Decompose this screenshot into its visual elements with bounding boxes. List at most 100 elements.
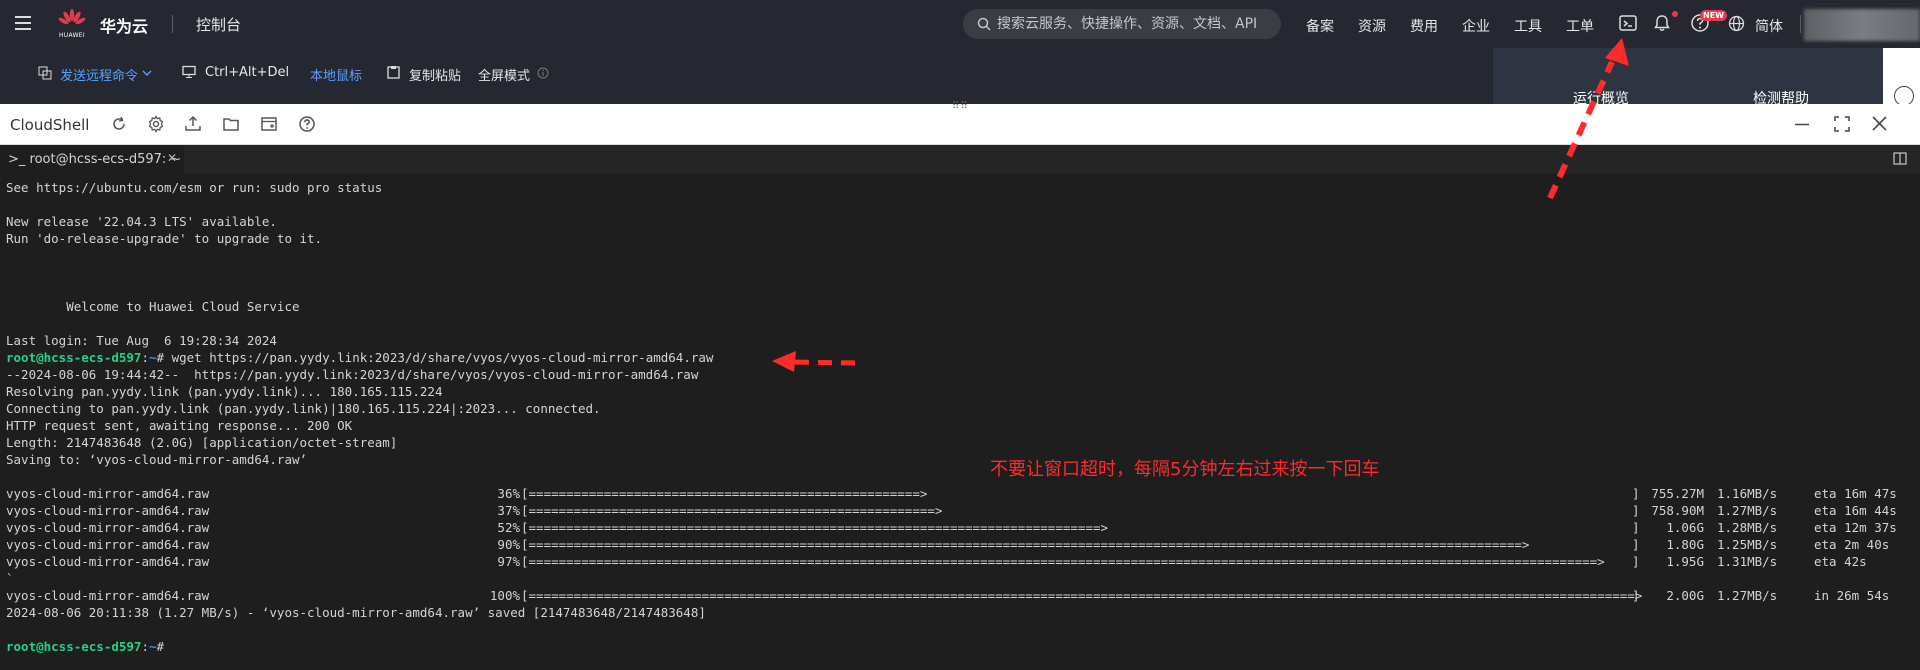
close-icon[interactable] [1872, 116, 1887, 131]
cloudshell-header: ⠿⠿ CloudShell [0, 102, 1920, 145]
progress-eta: eta 42s [1814, 554, 1867, 569]
gear-icon[interactable] [147, 115, 165, 133]
monitor-icon [182, 65, 196, 78]
nav-link-enterprise[interactable]: 企业 [1462, 16, 1490, 36]
new-window-icon[interactable] [260, 115, 278, 133]
upload-icon[interactable] [184, 115, 202, 133]
terminal-line: ` [6, 571, 14, 586]
notification-dot [1672, 11, 1678, 17]
progress-eta: eta 16m 47s [1814, 486, 1897, 501]
folder-icon[interactable] [222, 115, 240, 133]
top-nav: HUAWEI 华为云 控制台 备案 资源 费用 企业 工具 工单 NEW 简体 [0, 0, 1920, 48]
console-link[interactable]: 控制台 [196, 14, 241, 35]
progress-filename: vyos-cloud-mirror-amd64.raw [6, 486, 210, 501]
progress-eta: in 26m 54s [1814, 588, 1890, 603]
search-input[interactable] [997, 9, 1267, 39]
command-line: root@hcss-ecs-d597:~# [6, 638, 164, 655]
progress-bar-end: ] [1632, 588, 1640, 603]
terminal-line: --2024-08-06 19:44:42-- https://pan.yydy… [6, 367, 699, 382]
remote-toolbar: 发送远程命令 Ctrl+Alt+Del 本地鼠标 复制粘贴 全屏模式 [0, 48, 1493, 104]
language-switch[interactable]: 简体 [1755, 16, 1783, 36]
clipboard-icon [387, 66, 400, 79]
terminal-line: Welcome to Huawei Cloud Service [6, 299, 300, 314]
prompt-user: root@hcss-ecs-d597 [6, 350, 142, 365]
progress-bar-end: ] [1632, 554, 1640, 569]
progress-bar-end: ] [1632, 503, 1640, 518]
split-view-icon[interactable] [1893, 152, 1907, 165]
progress-percent: 90% [497, 537, 520, 552]
prompt-end: # [156, 350, 165, 365]
terminal-line: Run 'do-release-upgrade' to upgrade to i… [6, 231, 323, 246]
nav-link-tools[interactable]: 工具 [1514, 16, 1542, 36]
progress-filename: vyos-cloud-mirror-amd64.raw [6, 588, 210, 603]
progress-eta: eta 16m 44s [1814, 503, 1897, 518]
progress-bar: [=======================================… [521, 537, 1530, 552]
terminal-tab[interactable]: >_ root@hcss-ecs-d597: ~ ✕ [0, 145, 184, 174]
progress-speed: 1.16MB/s [1717, 486, 1778, 501]
minimize-icon[interactable] [1795, 123, 1809, 126]
progress-bar: [=======================================… [521, 503, 943, 518]
progress-percent: 36% [497, 486, 520, 501]
progress-bar: [=======================================… [521, 486, 928, 501]
new-badge: NEW [1700, 10, 1727, 21]
nav-link-beian[interactable]: 备案 [1306, 16, 1334, 36]
terminal-line: Saving to: ‘vyos-cloud-mirror-amd64.raw’ [6, 452, 308, 467]
fullscreen-mode-button[interactable]: 全屏模式 [478, 65, 530, 84]
progress-speed: 1.28MB/s [1717, 520, 1778, 535]
prompt-path: ~ [149, 350, 157, 365]
nav-link-billing[interactable]: 费用 [1410, 16, 1438, 36]
resize-grip-icon[interactable]: ⠿⠿ [952, 102, 969, 112]
nav-link-tickets[interactable]: 工单 [1566, 16, 1594, 36]
reconnect-icon[interactable] [110, 115, 128, 133]
progress-bar-end: ] [1632, 537, 1640, 552]
progress-percent: 97% [497, 554, 520, 569]
progress-bar: [=======================================… [521, 554, 1605, 569]
prompt-sep: : [141, 639, 149, 654]
logo-wordmark: HUAWEI [59, 32, 85, 39]
progress-eta: eta 2m 40s [1814, 537, 1890, 552]
terminal-tab-bar: >_ root@hcss-ecs-d597: ~ ✕ [0, 145, 1920, 175]
huawei-logo[interactable]: HUAWEI [58, 9, 86, 39]
terminal-output[interactable]: See https://ubuntu.com/esm or run: sudo … [0, 175, 1920, 670]
progress-speed: 1.27MB/s [1717, 588, 1778, 603]
progress-size: 2.00G [1666, 588, 1704, 603]
info-icon[interactable] [537, 67, 549, 79]
progress-speed: 1.27MB/s [1717, 503, 1778, 518]
chevron-down-icon[interactable] [142, 70, 152, 77]
send-command-icon [38, 66, 52, 80]
search-icon [977, 17, 991, 31]
bell-icon[interactable] [1652, 13, 1672, 33]
progress-eta: eta 12m 37s [1814, 520, 1897, 535]
prompt-path: ~ [149, 639, 157, 654]
send-remote-command-button[interactable]: 发送远程命令 [60, 65, 138, 84]
brand-name[interactable]: 华为云 [100, 13, 148, 37]
progress-size: 755.27M [1651, 486, 1704, 501]
terminal-line: Length: 2147483648 (2.0G) [application/o… [6, 435, 398, 450]
progress-speed: 1.25MB/s [1717, 537, 1778, 552]
tab-close-icon[interactable]: ✕ [167, 151, 177, 165]
right-panel-tabs: 运行概览 检测帮助 [1493, 48, 1883, 107]
cloudshell-terminal-icon[interactable] [1618, 13, 1638, 33]
search-box[interactable] [963, 9, 1281, 39]
copy-paste-button[interactable]: 复制粘贴 [409, 65, 461, 84]
prompt-sep: : [141, 350, 149, 365]
progress-percent: 100% [489, 588, 520, 603]
nav-divider [172, 15, 173, 33]
account-avatar[interactable] [1804, 9, 1920, 41]
progress-bar-end: ] [1632, 486, 1640, 501]
ctrl-alt-del-button[interactable]: Ctrl+Alt+Del [205, 65, 289, 80]
local-mouse-button[interactable]: 本地鼠标 [310, 65, 362, 84]
command-text: wget https://pan.yydy.link:2023/d/share/… [164, 350, 714, 365]
nav-link-resources[interactable]: 资源 [1358, 16, 1386, 36]
menu-icon[interactable] [14, 14, 32, 32]
help-icon[interactable] [298, 115, 316, 133]
maximize-icon[interactable] [1834, 116, 1850, 132]
terminal-line: Last login: Tue Aug 6 19:28:34 2024 [6, 333, 277, 348]
progress-percent: 52% [497, 520, 520, 535]
progress-bar: [=======================================… [521, 588, 1642, 603]
progress-speed: 1.31MB/s [1717, 554, 1778, 569]
globe-icon[interactable] [1728, 15, 1745, 32]
help-circle-icon[interactable] [1894, 86, 1914, 106]
terminal-line: New release '22.04.3 LTS' available. [6, 214, 277, 229]
prompt-user: root@hcss-ecs-d597 [6, 639, 142, 654]
